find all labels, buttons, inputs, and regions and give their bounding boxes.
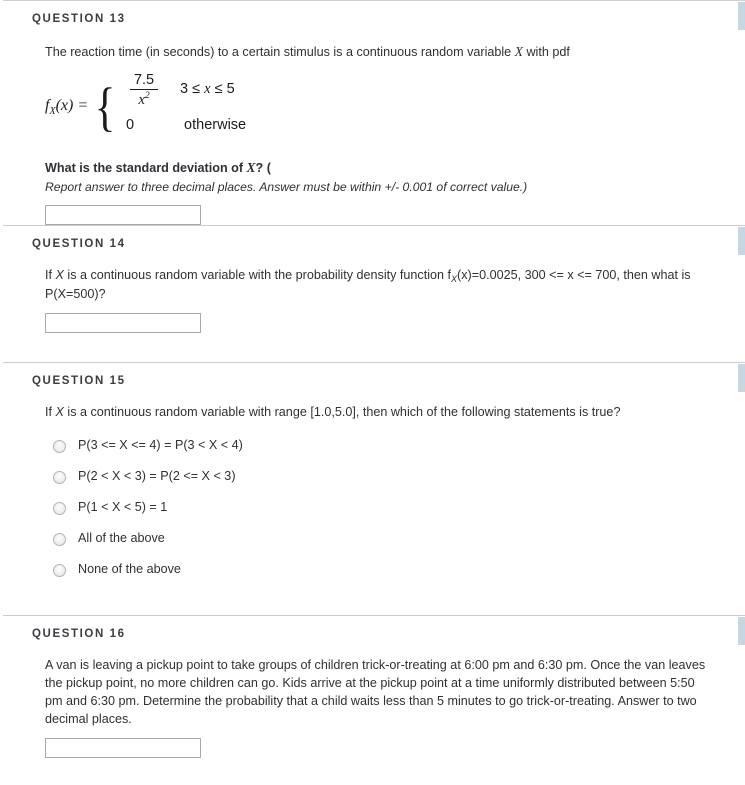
prompt-text-pre: What is the standard deviation of [45, 160, 247, 175]
prompt-variable-symbol: X [246, 159, 256, 175]
question-block-15: QUESTION 15 If X is a continuous random … [3, 362, 745, 615]
intro-text-pre: The reaction time (in seconds) to a cert… [45, 45, 515, 59]
question-15-text: If X is a continuous random variable wit… [45, 404, 725, 422]
option-row-3[interactable]: P(1 < X < 5) = 1 [45, 493, 725, 524]
option-label-3: P(1 < X < 5) = 1 [78, 500, 168, 515]
formula-case-1: 7.5 x2 3 ≤ x ≤ 5 [122, 71, 246, 107]
case-1-cond-upper: ≤ 5 [210, 80, 235, 97]
random-variable-symbol: X [514, 44, 523, 59]
answer-input-16[interactable] [45, 737, 201, 758]
radio-button-option-4[interactable] [53, 532, 66, 546]
quiz-page: QUESTION 13 The reaction time (in second… [0, 0, 745, 779]
formula-case-2: 0 otherwise [122, 107, 246, 143]
intro-text-post: with pdf [522, 45, 570, 59]
answer-input-13[interactable] [45, 205, 201, 226]
question-16-text: A van is leaving a pickup point to take … [45, 658, 706, 726]
case-1-cond-lower: 3 ≤ [180, 80, 205, 97]
option-label-2: P(2 < X < 3) = P(2 <= X < 3) [78, 469, 236, 484]
fraction-denominator: x2 [134, 91, 153, 108]
option-label-1: P(3 <= X <= 4) = P(3 < X < 4) [78, 438, 243, 453]
radio-button-option-1[interactable] [53, 439, 66, 453]
question-body-15: If X is a continuous random variable wit… [3, 387, 745, 586]
option-row-1[interactable]: P(3 <= X <= 4) = P(3 < X < 4) [45, 431, 725, 462]
question-block-13: QUESTION 13 The reaction time (in second… [3, 0, 745, 226]
question-side-tab-16 [737, 617, 745, 645]
q15-text-a: If [45, 405, 56, 419]
question-block-14: QUESTION 14 If X is a continuous random … [3, 225, 745, 362]
prompt-text-post: ? ( [255, 160, 271, 175]
q15-text-b: is a continuous random variable with ran… [63, 405, 621, 419]
option-row-4[interactable]: All of the above [45, 524, 725, 555]
question-side-tab-13 [737, 2, 745, 30]
piecewise-pdf-formula: fX(x) = { 7.5 x2 3 ≤ x ≤ 5 0 otherwise [45, 71, 725, 143]
question-header-13: QUESTION 13 [32, 13, 126, 25]
question-body-16: A van is leaving a pickup point to take … [3, 640, 745, 758]
case-1-condition: 3 ≤ x ≤ 5 [166, 79, 235, 100]
curly-brace-icon: { [94, 76, 116, 137]
option-row-5[interactable]: None of the above [45, 555, 725, 586]
question-13-prompt: What is the standard deviation of X? ( R… [45, 158, 725, 196]
question-body-13: The reaction time (in seconds) to a cert… [3, 25, 745, 226]
q14-text-b: is a continuous random variable with the… [63, 268, 452, 282]
formula-left-hand-side: fX(x) = [45, 95, 90, 119]
q14-text-a: If [45, 268, 56, 282]
case-2-value: 0 [126, 116, 135, 133]
question-side-tab-14 [737, 227, 745, 255]
question-side-tab-15 [737, 364, 745, 392]
radio-button-option-3[interactable] [53, 501, 66, 515]
option-label-5: None of the above [78, 562, 181, 577]
fraction: 7.5 x2 [129, 71, 159, 109]
radio-button-option-2[interactable] [53, 470, 66, 484]
question-13-note: Report answer to three decimal places. A… [45, 179, 528, 194]
option-label-4: All of the above [78, 531, 165, 546]
question-body-14: If X is a continuous random variable wit… [3, 250, 745, 333]
answer-input-14[interactable] [45, 312, 201, 333]
question-header-14: QUESTION 14 [32, 238, 126, 250]
case-1-value: 7.5 x2 [122, 70, 166, 109]
fraction-numerator: 7.5 [133, 71, 155, 88]
question-header-15: QUESTION 15 [32, 375, 126, 387]
formula-cases: 7.5 x2 3 ≤ x ≤ 5 0 otherwise [122, 71, 246, 143]
q15-variable-symbol: X [55, 405, 64, 419]
question-block-16: QUESTION 16 A van is leaving a pickup po… [3, 615, 745, 779]
option-row-2[interactable]: P(2 < X < 3) = P(2 <= X < 3) [45, 462, 725, 493]
q14-variable-symbol: X [55, 268, 64, 282]
radio-button-option-5[interactable] [53, 563, 66, 577]
question-header-16: QUESTION 16 [32, 628, 126, 640]
question-15-options: P(3 <= X <= 4) = P(3 < X < 4) P(2 < X < … [45, 431, 725, 586]
question-14-text: If X is a continuous random variable wit… [45, 267, 725, 304]
fraction-bar [129, 88, 159, 90]
formula-f-argument: (x) = [55, 96, 89, 114]
case-2-condition: otherwise [184, 116, 247, 133]
denominator-exponent: 2 [144, 90, 150, 101]
question-13-intro: The reaction time (in seconds) to a cert… [45, 42, 725, 62]
